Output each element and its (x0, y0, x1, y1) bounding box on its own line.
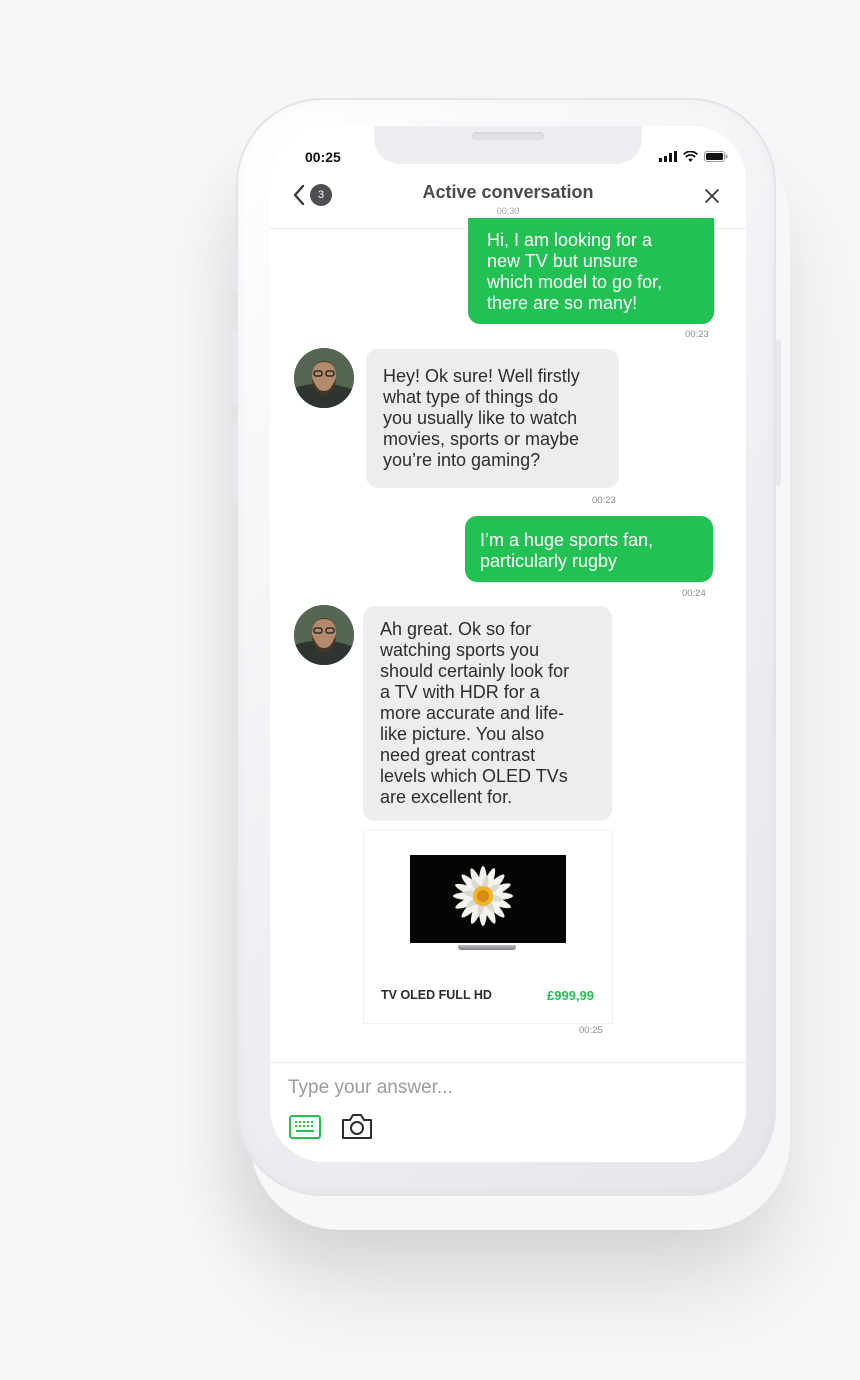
phone-screen: 00:25 3 Active conversation 00:30 Hi, I … (270, 126, 746, 1162)
volume-up-button (232, 330, 238, 406)
conversation-timer: 00:30 (496, 206, 520, 216)
message-composer (270, 1062, 746, 1162)
product-image (410, 855, 566, 943)
cellular-signal-icon (659, 151, 677, 162)
message-time: 00:23 (592, 495, 616, 506)
agent-avatar (294, 348, 354, 408)
message-text: I’m a huge sports fan, particularly rugb… (480, 530, 654, 571)
camera-button[interactable] (341, 1112, 373, 1145)
mute-switch (232, 252, 238, 292)
status-time: 00:25 (305, 149, 341, 165)
speaker-grille (472, 132, 544, 140)
message-text: Hey! Ok sure! Well firstly what type of … (383, 366, 580, 470)
product-card[interactable]: TV OLED FULL HD £999,99 (363, 830, 613, 1024)
power-button (776, 340, 781, 486)
message-time: 00:24 (682, 588, 706, 599)
page-title: Active conversation (422, 182, 594, 202)
message-bubble-incoming: Ah great. Ok so for watching sports you … (363, 606, 612, 821)
message-time: 00:23 (685, 329, 709, 340)
keyboard-icon (289, 1115, 321, 1139)
message-bubble-incoming: Hey! Ok sure! Well firstly what type of … (366, 349, 619, 488)
agent-avatar-portrait (294, 348, 354, 408)
message-bubble-outgoing: I’m a huge sports fan, particularly rugb… (465, 516, 713, 582)
wifi-icon (683, 151, 698, 162)
camera-icon (342, 1114, 372, 1139)
flower-image (453, 866, 513, 926)
close-button[interactable] (704, 188, 720, 209)
message-text: Hi, I am looking for a new TV but unsure… (487, 230, 663, 313)
close-icon (705, 189, 719, 203)
product-price: £999,99 (547, 988, 594, 1003)
agent-avatar (294, 605, 354, 665)
agent-avatar-portrait (294, 605, 354, 665)
message-text: Ah great. Ok so for watching sports you … (380, 619, 570, 807)
keyboard-button[interactable] (289, 1115, 321, 1144)
answer-input[interactable] (288, 1075, 718, 1101)
message-time: 00:25 (579, 1025, 603, 1036)
notch (374, 126, 642, 164)
volume-down-button (232, 422, 238, 498)
status-icons (659, 151, 728, 162)
battery-icon (704, 151, 728, 162)
message-bubble-outgoing: Hi, I am looking for a new TV but unsure… (468, 218, 714, 324)
product-name: TV OLED FULL HD (381, 988, 492, 1002)
tv-stand (458, 945, 516, 950)
